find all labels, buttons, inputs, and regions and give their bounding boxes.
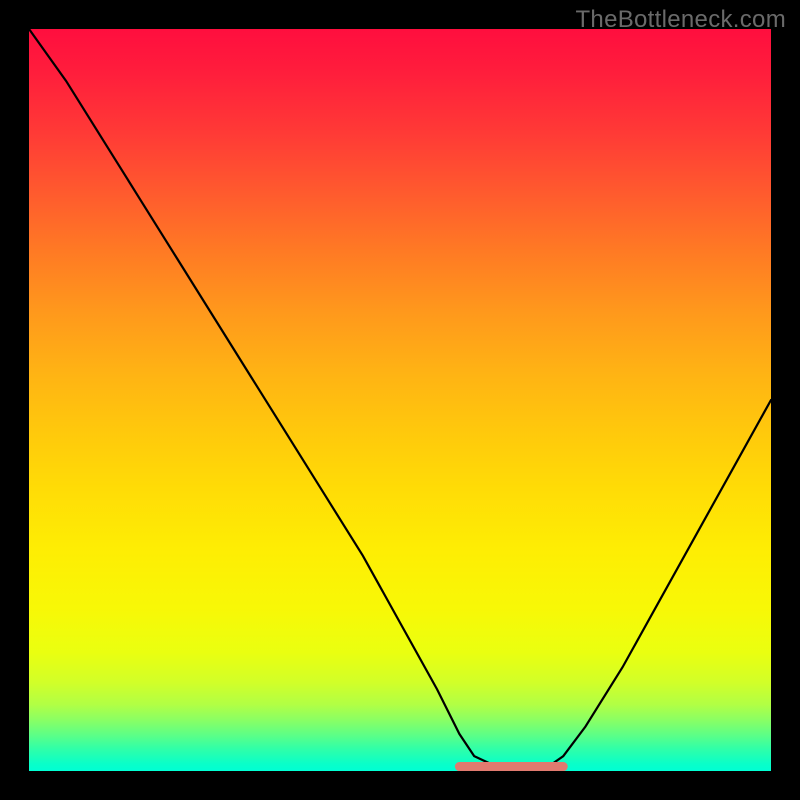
watermark-text: TheBottleneck.com (575, 6, 786, 34)
chart-svg (29, 29, 771, 771)
bottleneck-curve-line (29, 29, 771, 767)
chart-plot-area (29, 29, 771, 771)
